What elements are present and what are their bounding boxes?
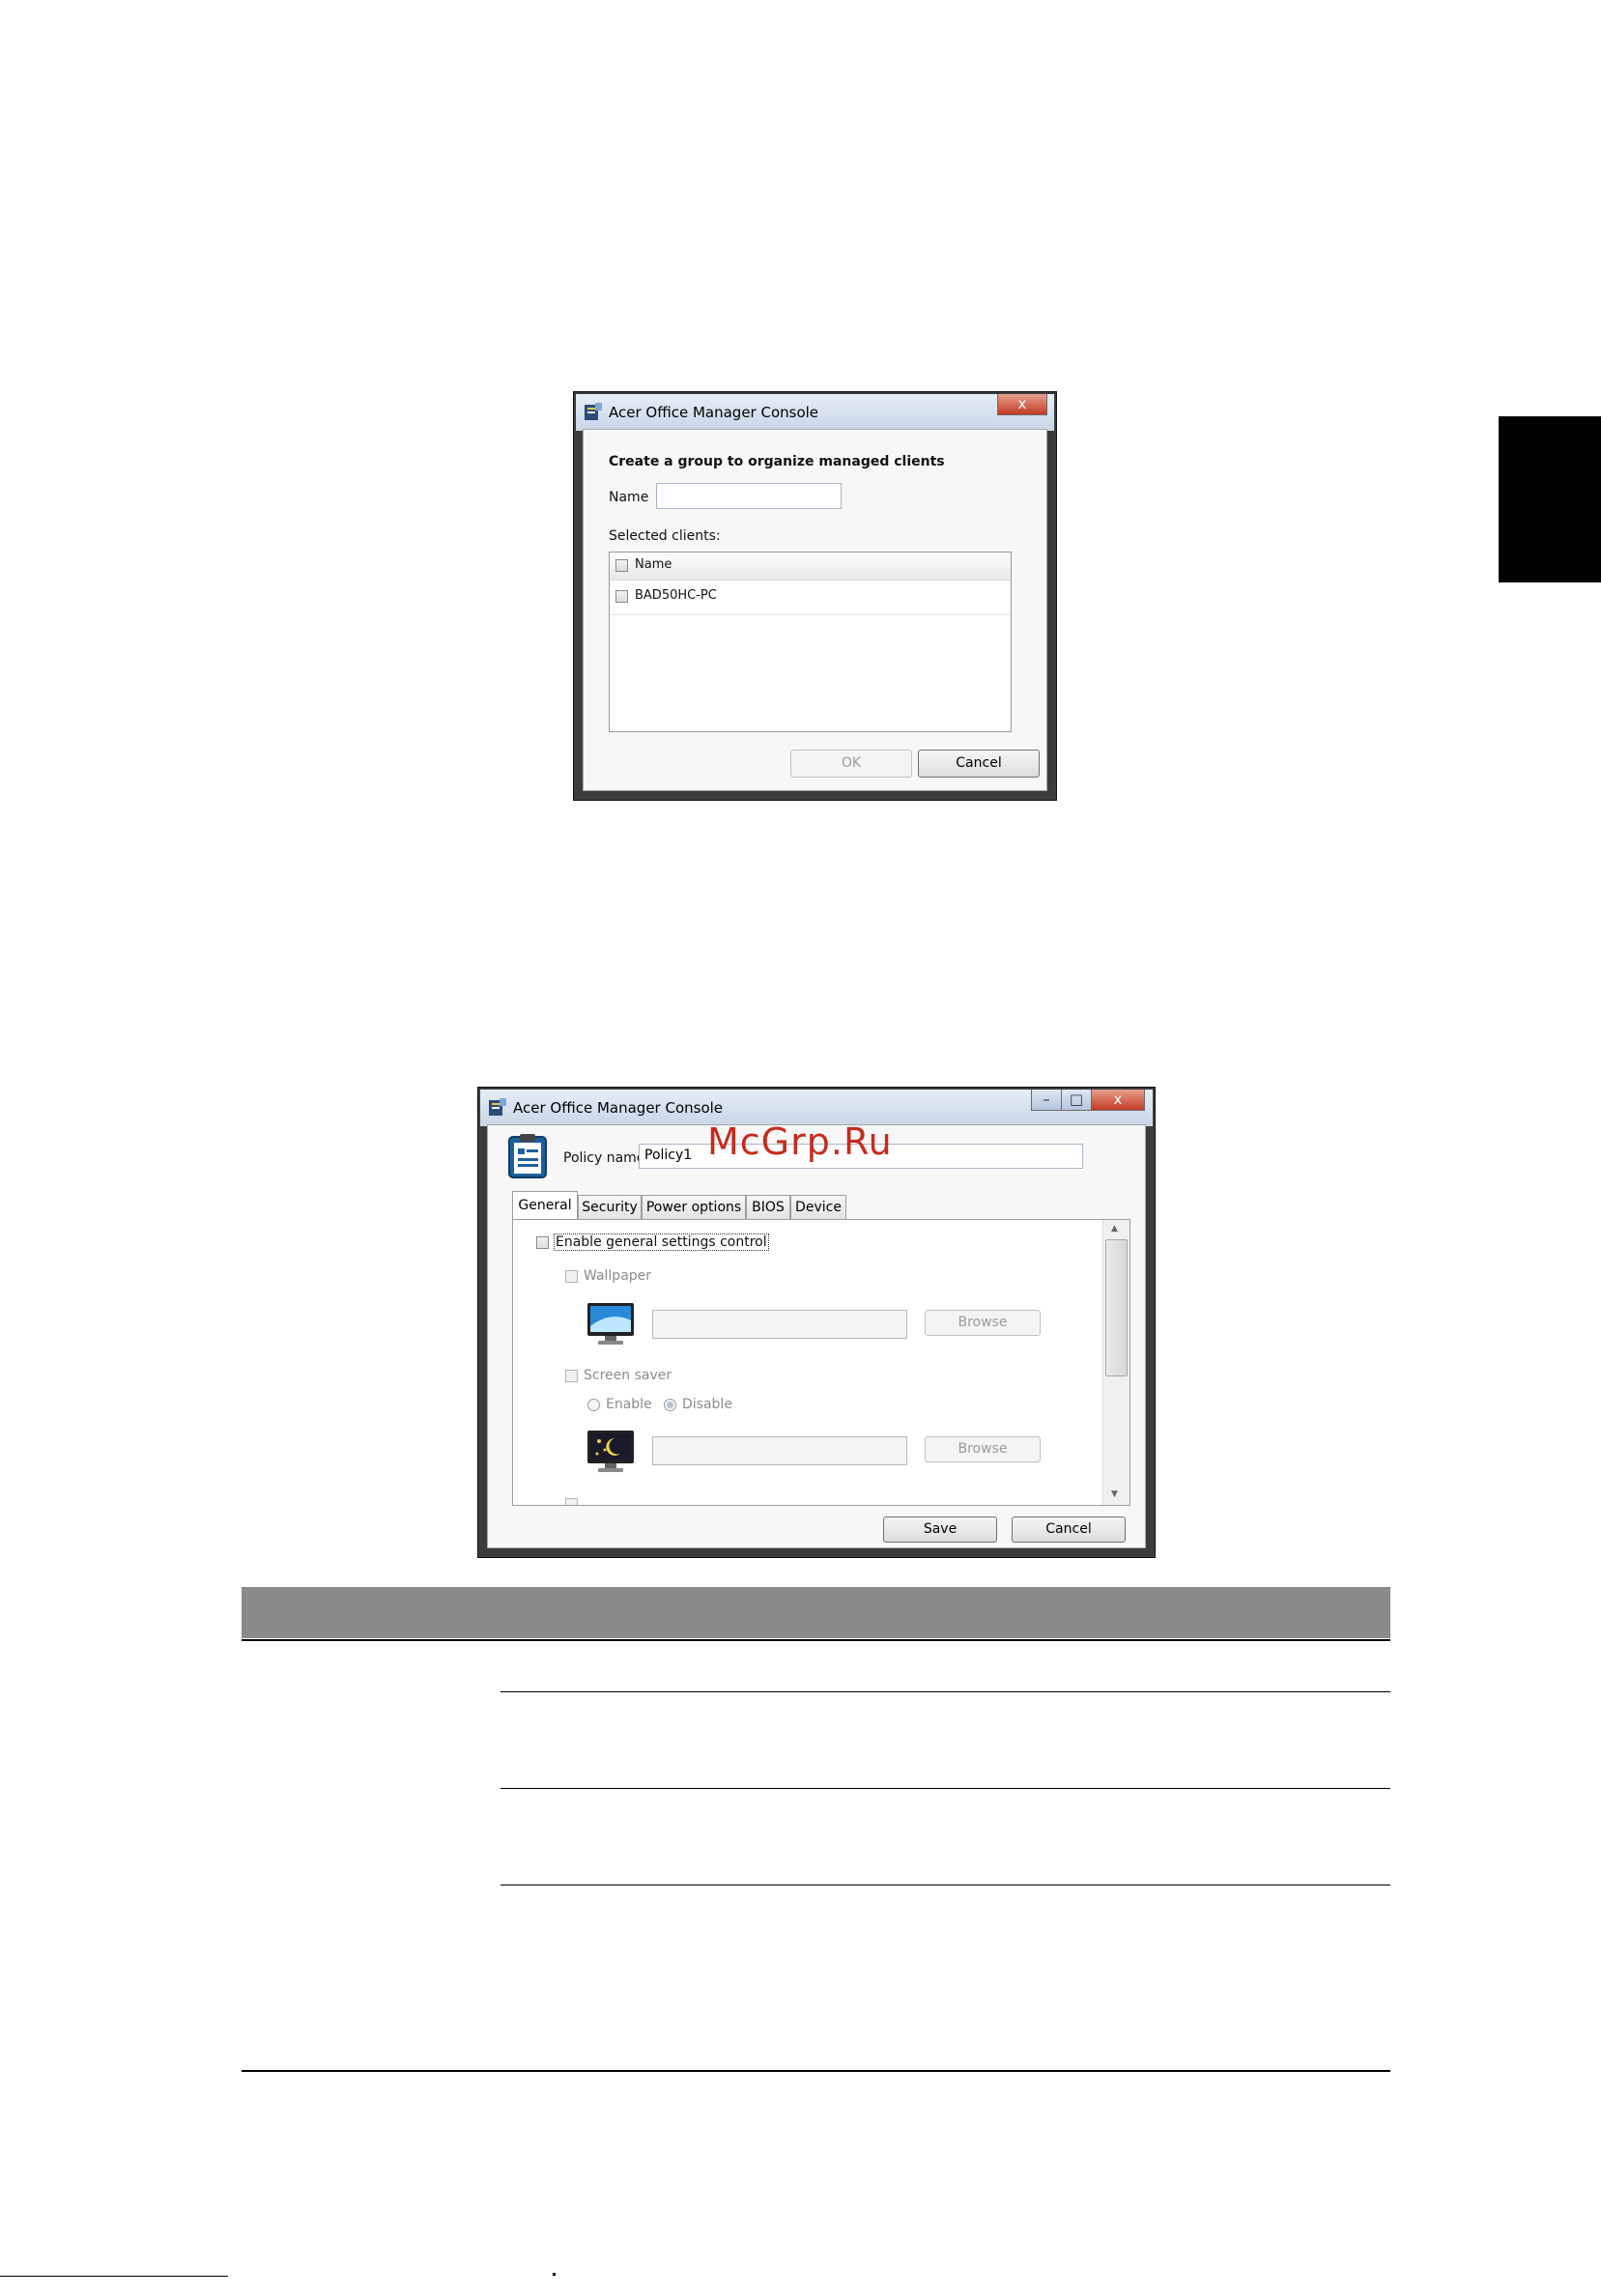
screen-saver-path-input[interactable] — [652, 1436, 907, 1465]
close-icon: x — [1017, 395, 1027, 412]
maximize-button[interactable]: □ — [1061, 1090, 1092, 1111]
app-icon — [584, 403, 603, 422]
monitor-icon — [586, 1301, 636, 1347]
screen-saver-disable-label: Disable — [682, 1397, 732, 1412]
app-icon — [488, 1098, 507, 1118]
dialog-title: Acer Office Manager Console — [513, 1099, 724, 1117]
client-checkbox[interactable] — [615, 590, 628, 603]
screen-saver-checkbox[interactable] — [565, 1370, 578, 1382]
enable-general-checkbox[interactable] — [536, 1236, 549, 1249]
close-icon: x — [1113, 1091, 1123, 1108]
screen-saver-icon — [586, 1429, 636, 1475]
wallpaper-browse-button[interactable]: Browse — [925, 1310, 1041, 1336]
dialog-heading: Create a group to organize managed clien… — [609, 454, 945, 469]
select-all-checkbox[interactable] — [615, 559, 628, 572]
wallpaper-path-input[interactable] — [652, 1310, 907, 1339]
next-option-checkbox[interactable] — [565, 1498, 578, 1505]
chapter-tab — [1499, 416, 1601, 582]
scroll-down-arrow-icon[interactable]: ▼ — [1111, 1489, 1118, 1499]
cancel-button[interactable]: Cancel — [1012, 1516, 1126, 1543]
vertical-scrollbar[interactable]: ▲ ▼ — [1102, 1220, 1129, 1505]
table-bottom-rule — [242, 2070, 1390, 2072]
cancel-button[interactable]: Cancel — [918, 750, 1040, 778]
minimize-button[interactable]: – — [1031, 1090, 1062, 1111]
tab-strip: General Security Power options BIOS Devi… — [512, 1191, 899, 1220]
list-header-name: Name — [635, 557, 672, 572]
dialog-client-area: Policy name Policy1 General Security Pow… — [487, 1124, 1146, 1548]
tab-device[interactable]: Device — [790, 1195, 846, 1219]
scroll-thumb[interactable] — [1105, 1239, 1128, 1376]
dialog-client-area: Create a group to organize managed clien… — [583, 429, 1047, 791]
policy-icon — [507, 1133, 548, 1179]
selected-clients-label: Selected clients: — [609, 528, 721, 544]
create-group-dialog: Acer Office Manager Console x Create a g… — [573, 391, 1057, 801]
clients-list[interactable]: Name BAD50HC-PC — [609, 552, 1012, 732]
screen-saver-label: Screen saver — [584, 1368, 672, 1383]
screen-saver-browse-button[interactable]: Browse — [925, 1436, 1041, 1462]
title-bar: Acer Office Manager Console x — [576, 394, 1054, 431]
general-tab-panel: Enable general settings control Wallpape… — [512, 1219, 1130, 1506]
list-header[interactable]: Name — [610, 553, 1011, 581]
list-item[interactable]: BAD50HC-PC — [610, 580, 1011, 615]
tab-bios[interactable]: BIOS — [746, 1195, 790, 1219]
wallpaper-checkbox[interactable] — [565, 1270, 578, 1283]
maximize-icon: □ — [1069, 1091, 1084, 1108]
save-button[interactable]: Save — [883, 1516, 997, 1543]
wallpaper-label: Wallpaper — [584, 1268, 652, 1284]
footer-rule — [0, 2276, 228, 2277]
dialog-body: Policy name Policy1 General Security Pow… — [488, 1125, 1145, 1547]
client-name: BAD50HC-PC — [635, 588, 717, 603]
name-label: Name — [609, 490, 649, 505]
watermark: McGrp.Ru — [707, 1120, 893, 1163]
minimize-icon: – — [1043, 1091, 1050, 1108]
dialog-body: Create a group to organize managed clien… — [584, 430, 1046, 790]
table-row-rule — [500, 1788, 1390, 1789]
group-name-input[interactable] — [656, 483, 842, 509]
footer-mark — [553, 2273, 556, 2276]
ok-button[interactable]: OK — [790, 750, 912, 778]
tab-general[interactable]: General — [512, 1191, 578, 1219]
close-button[interactable]: x — [1091, 1090, 1145, 1111]
table-header-bar — [242, 1587, 1390, 1638]
screen-saver-enable-radio[interactable] — [587, 1399, 600, 1411]
table-row-rule — [500, 1691, 1390, 1692]
screen-saver-enable-label: Enable — [606, 1397, 652, 1412]
tab-security[interactable]: Security — [578, 1195, 642, 1219]
scroll-up-arrow-icon[interactable]: ▲ — [1111, 1224, 1118, 1233]
tab-power-options[interactable]: Power options — [642, 1195, 746, 1219]
close-button[interactable]: x — [997, 394, 1047, 415]
policy-name-label: Policy name — [563, 1150, 645, 1166]
table-header-rule — [242, 1639, 1390, 1641]
enable-general-label: Enable general settings control — [554, 1233, 769, 1251]
dialog-title: Acer Office Manager Console — [609, 404, 819, 421]
screen-saver-disable-radio[interactable] — [664, 1399, 676, 1411]
